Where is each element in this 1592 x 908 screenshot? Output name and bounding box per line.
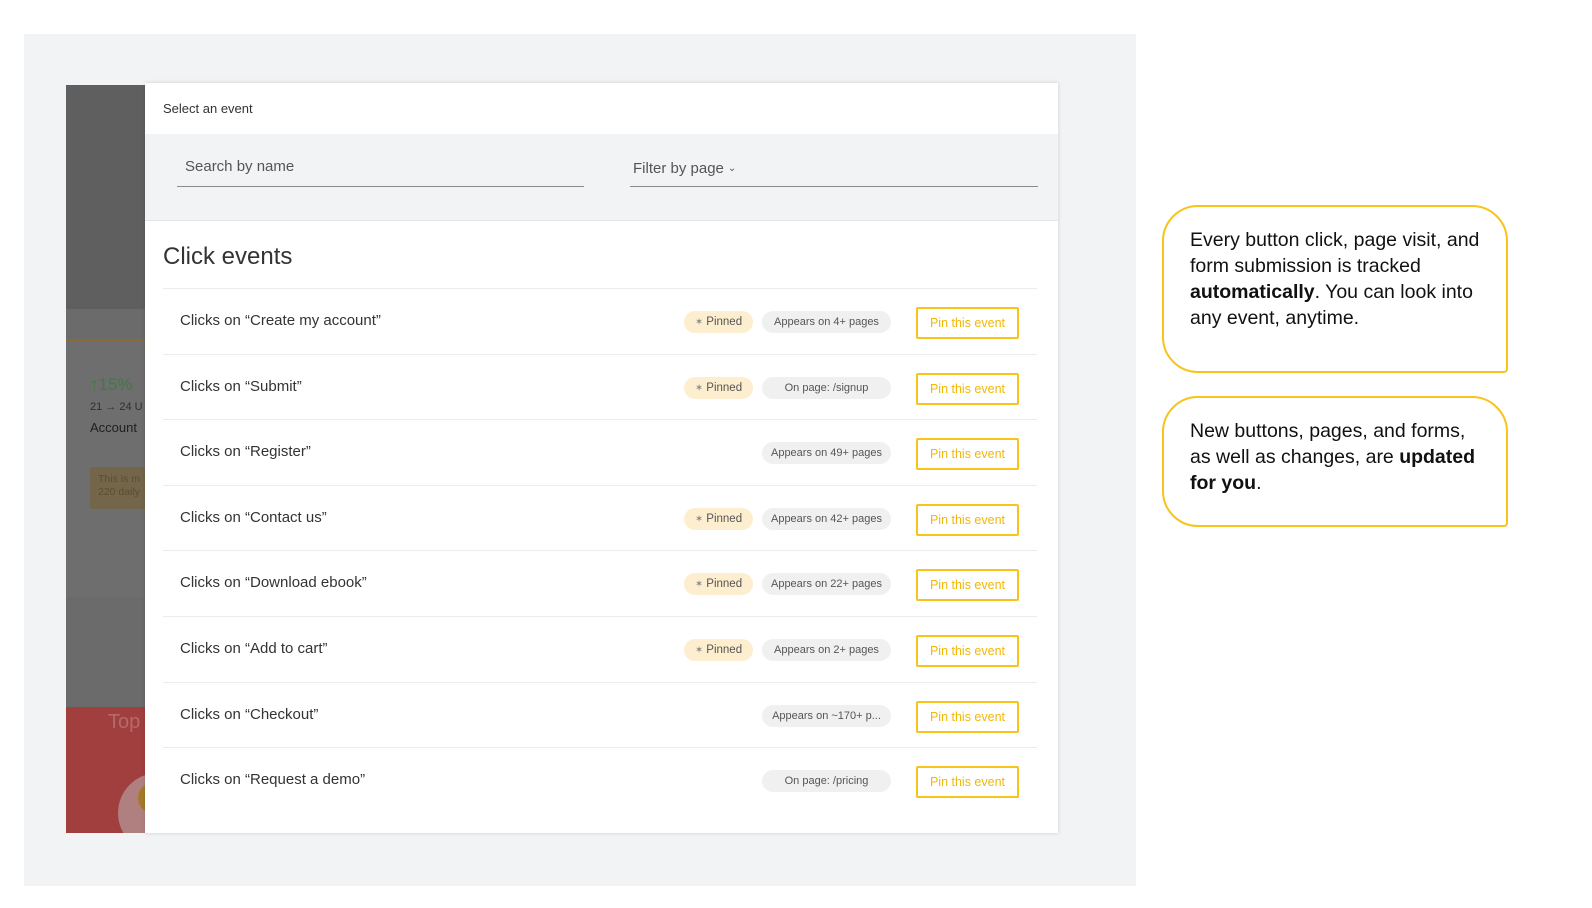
pages-badge: Appears on 49+ pages [762,442,891,465]
pin-icon: ✶ [694,382,704,394]
section-title: Click events [163,243,293,270]
pages-badge: Appears on 42+ pages [762,507,891,530]
pin-event-button[interactable]: Pin this event [916,503,1019,536]
callout-automatic-tracking: Every button click, page visit, and form… [1162,205,1508,373]
pin-event-button[interactable]: Pin this event [916,569,1019,602]
event-label: Clicks on “Request a demo” [180,771,366,789]
event-label: Clicks on “Contact us” [180,508,327,526]
filter-by-page-dropdown[interactable]: Filter by page ⌄ [630,154,1038,187]
event-row[interactable]: Clicks on “Register” Appears on 49+ page… [163,419,1037,485]
background-trend: ↑15% [90,375,133,394]
filter-bar: Search by name Filter by page ⌄ [145,134,1058,221]
search-input[interactable]: Search by name [177,154,584,187]
pin-event-button[interactable]: Pin this event [916,634,1019,667]
event-row[interactable]: Clicks on “Create my account” ✶ Pinned Ap… [163,288,1037,354]
pages-badge: Appears on 2+ pages [762,638,891,661]
event-label: Clicks on “Download ebook” [180,574,367,592]
background-range: 21 → 24 U [90,401,143,413]
pin-icon: ✶ [694,513,704,525]
event-label: Clicks on “Create my account” [180,312,381,329]
callout-text: Every button click, page visit, and form… [1190,229,1480,277]
event-label: Clicks on “Checkout” [180,705,319,723]
event-label: Clicks on “Register” [180,443,311,461]
pin-event-button[interactable]: Pin this event [916,307,1019,339]
pinned-badge: ✶ Pinned [684,638,753,661]
event-row[interactable]: Clicks on “Contact us” ✶ Pinned Appears o… [163,484,1037,551]
callout-emphasis: automatically [1190,281,1315,303]
pin-icon: ✶ [694,579,704,591]
chevron-down-icon: ⌄ [727,163,737,174]
background-account-label: Account [90,420,137,435]
modal-title: Select an event [163,101,253,116]
screenshot-frame: ↑15% 21 → 24 U Account This is m 220 dai… [24,34,1136,886]
slide: ↑15% 21 → 24 U Account This is m 220 dai… [0,0,1592,908]
pages-badge: Appears on 22+ pages [762,573,891,596]
pin-event-button[interactable]: Pin this event [916,766,1019,799]
pages-badge: On page: /pricing [762,770,891,793]
pinned-badge: ✶ Pinned [684,573,753,596]
pinned-label: Pinned [706,643,743,656]
pinned-label: Pinned [706,512,743,525]
callout-text: . [1256,472,1262,494]
pinned-label: Pinned [706,316,743,328]
event-label: Clicks on “Add to cart” [180,639,328,657]
event-row[interactable]: Clicks on “Checkout” Appears on ~170+ p.… [163,681,1037,748]
event-label: Clicks on “Submit” [180,377,302,395]
filter-label: Filter by page [633,160,724,177]
pages-badge: On page: /signup [762,376,891,399]
pages-badge: Appears on 4+ pages [762,311,891,333]
pin-event-button[interactable]: Pin this event [916,372,1019,405]
callout-updated-for-you: New buttons, pages, and forms, as well a… [1162,396,1508,527]
event-row[interactable]: Clicks on “Submit” ✶ Pinned On page: /sig… [163,353,1037,420]
event-row[interactable]: Clicks on “Download ebook” ✶ Pinned Appea… [163,550,1037,616]
event-row[interactable]: Clicks on “Add to cart” ✶ Pinned Appears … [163,615,1037,682]
pin-icon: ✶ [694,644,704,656]
pinned-label: Pinned [706,381,743,394]
pages-badge: Appears on ~170+ p... [762,704,891,727]
pin-event-button[interactable]: Pin this event [916,438,1019,471]
pinned-badge: ✶ Pinned [684,507,753,530]
background-section-label: Top [108,711,141,733]
select-event-modal: Select an event Search by name Filter by… [145,83,1058,833]
pinned-label: Pinned [706,578,743,591]
pinned-badge: ✶ Pinned [684,311,753,333]
event-row[interactable]: Clicks on “Request a demo” On page: /pri… [163,747,1037,813]
pinned-badge: ✶ Pinned [684,376,753,399]
pin-event-button[interactable]: Pin this event [916,700,1019,733]
pin-icon: ✶ [694,317,704,328]
event-list: Clicks on “Create my account” ✶ Pinned Ap… [163,288,1037,813]
